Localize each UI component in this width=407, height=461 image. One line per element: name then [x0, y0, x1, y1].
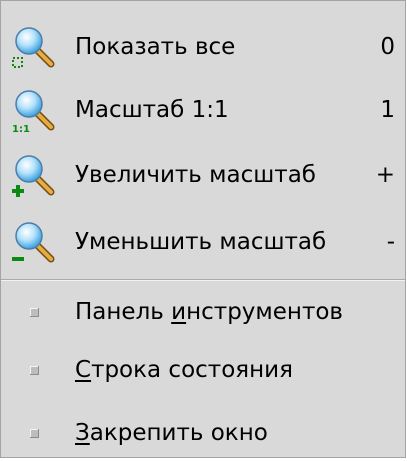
- zoom-out-icon: [12, 222, 55, 263]
- menu-item-zoom-out[interactable]: Уменьшить масштаб -: [1, 214, 405, 270]
- checkbox-unchecked-icon[interactable]: [29, 307, 40, 318]
- mnemonic-letter: и: [171, 299, 187, 325]
- menu-item-show-all[interactable]: Показать все 0: [1, 19, 405, 75]
- mnemonic-letter: С: [75, 357, 92, 383]
- menu-item-label: Масштаб 1:1: [75, 97, 229, 123]
- checkbox-unchecked-icon[interactable]: [29, 365, 40, 376]
- menu-item-label: Уменьшить масштаб: [75, 229, 327, 255]
- zoom-in-icon: [12, 155, 55, 197]
- mnemonic-letter: З: [75, 420, 90, 446]
- shortcut-label: 1: [380, 97, 395, 123]
- menu-item-pin-window-toggle[interactable]: Закрепить окно: [1, 405, 405, 461]
- menu-item-zoom-in[interactable]: Увеличить масштаб +: [1, 147, 405, 203]
- view-zoom-menu: Показать все 0 1:1 Масштаб 1:1 1 Увеличи…: [0, 0, 406, 458]
- menu-item-toolbar-toggle[interactable]: Панель инструментов: [1, 284, 405, 340]
- shortcut-label: 0: [380, 34, 395, 60]
- zoom-original-icon: 1:1: [12, 90, 55, 133]
- menu-separator: [1, 279, 405, 281]
- menu-item-zoom-1-1[interactable]: 1:1 Масштаб 1:1 1: [1, 82, 405, 138]
- shortcut-label: -: [386, 229, 395, 255]
- menu-item-label: Панель инструментов: [75, 299, 343, 325]
- checkbox-unchecked-icon[interactable]: [29, 428, 40, 439]
- menu-item-statusbar-toggle[interactable]: Строка состояния: [1, 342, 405, 398]
- zoom-fit-icon: [12, 27, 55, 68]
- svg-text:1:1: 1:1: [12, 124, 30, 133]
- menu-item-label: Увеличить масштаб: [75, 162, 316, 188]
- menu-item-label: Показать все: [75, 34, 236, 60]
- menu-item-label: Закрепить окно: [75, 420, 268, 446]
- menu-item-label: Строка состояния: [75, 357, 293, 383]
- shortcut-label: +: [375, 162, 395, 188]
